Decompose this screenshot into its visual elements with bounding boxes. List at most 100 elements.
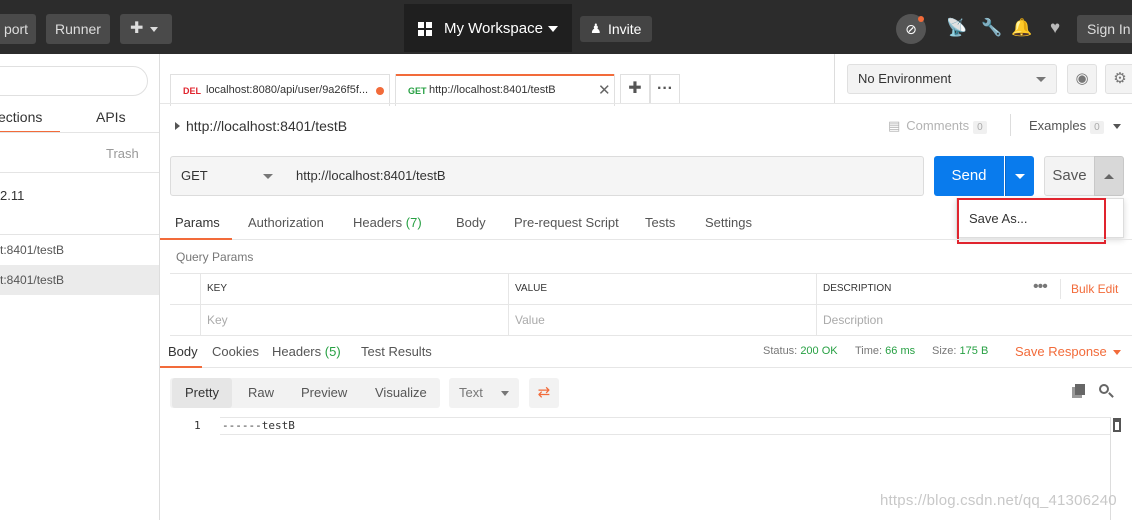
comments-count: 0 — [973, 121, 987, 134]
tab-params[interactable]: Params — [175, 215, 220, 230]
search-icon[interactable] — [1099, 384, 1114, 398]
eye-icon[interactable]: ◉ — [1067, 64, 1097, 94]
trash-link[interactable]: Trash — [106, 146, 139, 161]
table-header-row: KEY VALUE DESCRIPTION — [170, 274, 1132, 305]
tab-headers[interactable]: Headers (7) — [353, 215, 422, 230]
tab-headers-label: Headers — [353, 215, 403, 230]
save-response-label: Save Response — [1015, 344, 1107, 359]
bell-icon[interactable]: 🔔 — [1011, 18, 1032, 38]
workspace-grid-icon — [418, 22, 432, 36]
close-icon[interactable]: ✕ — [598, 81, 611, 99]
invite-label: Invite — [608, 21, 642, 37]
sign-in-button[interactable]: Sign In — [1077, 15, 1132, 43]
tab-authorization[interactable]: Authorization — [248, 215, 324, 230]
request-tabs: DEL localhost:8080/api/user/9a26f5f... G… — [160, 54, 834, 106]
view-visualize-button[interactable]: Visualize — [375, 378, 427, 408]
status-info: Status: 200 OK — [763, 345, 838, 357]
save-button[interactable]: Save — [1044, 156, 1095, 196]
request-tab-get[interactable]: GET http://localhost:8401/testB ✕ — [395, 74, 615, 106]
table-row: Key Value Description — [170, 305, 1132, 336]
gear-icon[interactable]: ⚙ — [1105, 64, 1132, 94]
add-user-icon: ♟ — [590, 21, 602, 36]
comments-button[interactable]: ▤ Comments 0 — [888, 118, 987, 134]
tab-settings[interactable]: Settings — [705, 215, 752, 230]
response-view-toggle: Pretty Raw Preview Visualize — [170, 378, 440, 408]
more-tabs-button[interactable]: ··· — [650, 74, 680, 104]
heart-icon[interactable]: ♥ — [1045, 18, 1065, 38]
tab-tests[interactable]: Tests — [645, 215, 675, 230]
description-field[interactable]: Description — [816, 305, 1132, 336]
sidebar: ections APIs Trash 2.11 t:8401/testB t:8… — [0, 54, 160, 520]
value-field[interactable]: Value — [508, 305, 816, 336]
tab-body[interactable]: Body — [456, 215, 486, 230]
url-input[interactable]: http://localhost:8401/testB — [285, 156, 924, 196]
view-preview-button[interactable]: Preview — [301, 378, 347, 408]
tab-response-headers[interactable]: Headers (5) — [272, 344, 341, 359]
divider — [0, 172, 159, 173]
request-title[interactable]: http://localhost:8401/testB — [186, 118, 347, 134]
sidebar-history-date: 2.11 — [0, 188, 25, 203]
add-window-icon: ✚ — [130, 20, 144, 37]
tab-headers-label: Headers — [272, 344, 322, 359]
chevron-down-icon — [263, 174, 273, 179]
chevron-down-icon — [150, 27, 158, 32]
key-field[interactable]: Key — [200, 305, 508, 336]
more-options-icon[interactable]: ••• — [1033, 278, 1048, 296]
tab-headers-count: (5) — [324, 344, 341, 359]
size-value: 175 B — [959, 345, 989, 357]
method-select[interactable]: GET — [170, 156, 286, 196]
tab-response-body[interactable]: Body — [168, 344, 198, 359]
send-button[interactable]: Send — [934, 156, 1004, 196]
wrench-icon[interactable]: 🔧 — [981, 18, 1002, 38]
new-tab-button[interactable]: ✚ — [620, 74, 650, 104]
workspace-selector[interactable]: My Workspace — [404, 4, 572, 52]
sidebar-item-request[interactable]: t:8401/testB — [0, 235, 159, 265]
chevron-down-icon — [1112, 350, 1121, 356]
divider — [1060, 279, 1061, 299]
environment-area: No Environment ◉ ⚙ — [834, 54, 1132, 104]
send-dropdown-button[interactable] — [1005, 156, 1034, 196]
column-header-value: VALUE — [508, 274, 816, 305]
size-label: Size: — [932, 345, 957, 357]
invite-button[interactable]: ♟ Invite — [580, 16, 652, 42]
chevron-down-icon — [1036, 77, 1046, 82]
import-button[interactable]: port — [0, 14, 36, 44]
tab-apis[interactable]: APIs — [96, 109, 126, 125]
wrap-lines-icon[interactable]: ⇄ — [529, 378, 559, 408]
tab-test-results[interactable]: Test Results — [361, 344, 432, 359]
sidebar-search-input[interactable] — [0, 66, 148, 96]
sync-status-icon[interactable]: ⊘ — [896, 14, 926, 44]
status-value: 200 OK — [800, 345, 838, 357]
runner-button[interactable]: Runner — [46, 14, 110, 44]
notification-dot — [918, 16, 924, 22]
expand-icon[interactable] — [175, 122, 180, 130]
environment-label: No Environment — [858, 71, 952, 86]
examples-button[interactable]: Examples 0 — [1029, 118, 1122, 134]
method-badge: DEL — [183, 86, 201, 96]
scrollbar-thumb[interactable] — [1113, 418, 1121, 432]
environment-select[interactable]: No Environment — [847, 64, 1057, 94]
chevron-down-icon — [1113, 124, 1122, 130]
save-response-button[interactable]: Save Response — [1015, 344, 1121, 359]
request-tab-del[interactable]: DEL localhost:8080/api/user/9a26f5f... — [170, 74, 390, 106]
size-info: Size: 175 B — [932, 345, 988, 357]
tab-cookies[interactable]: Cookies — [212, 344, 259, 359]
save-dropdown-button[interactable] — [1094, 156, 1124, 196]
tab-collections[interactable]: ections — [0, 109, 42, 125]
top-bar: port Runner ✚ My Workspace ♟ Invite ⊘ 📡 … — [0, 0, 1132, 54]
tab-underline — [160, 238, 232, 240]
chevron-down-icon — [501, 391, 509, 396]
sidebar-item-request[interactable]: t:8401/testB — [0, 265, 159, 295]
request-tab-url: localhost:8080/api/user/9a26f5f... — [206, 84, 369, 96]
new-button[interactable]: ✚ — [120, 14, 172, 44]
tab-pre-request-script[interactable]: Pre-request Script — [514, 215, 619, 230]
view-raw-button[interactable]: Raw — [248, 378, 274, 408]
divider — [0, 132, 159, 133]
chevron-up-icon — [1104, 174, 1114, 179]
copy-icon[interactable] — [1072, 384, 1086, 398]
satellite-icon[interactable]: 📡 — [946, 18, 967, 38]
bulk-edit-link[interactable]: Bulk Edit — [1071, 282, 1118, 296]
view-pretty-button[interactable]: Pretty — [172, 378, 232, 408]
active-tab-indicator — [396, 74, 614, 76]
format-select[interactable]: Text — [449, 378, 519, 408]
